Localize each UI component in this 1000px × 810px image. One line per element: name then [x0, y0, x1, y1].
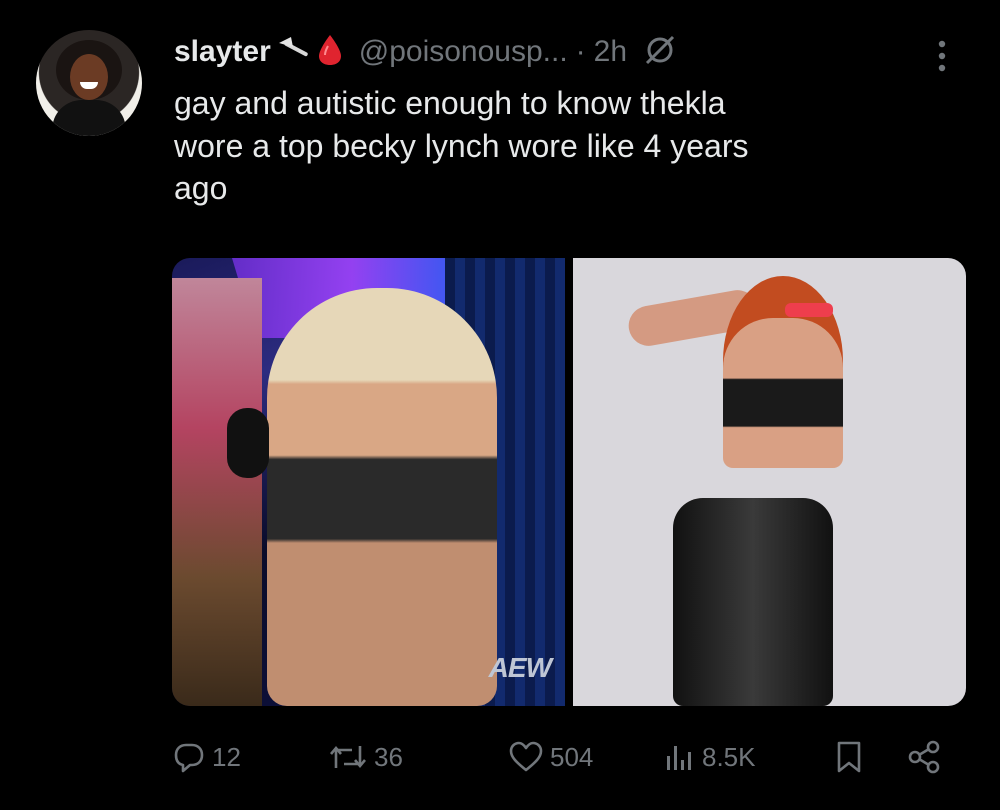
repost-count: 36 [374, 741, 403, 772]
views-button[interactable]: 8.5K [662, 734, 756, 780]
aew-logo: AEW [488, 652, 552, 683]
display-name[interactable]: slayter [174, 35, 271, 69]
separator-dot: · [575, 35, 586, 68]
avatar[interactable] [36, 30, 142, 136]
mute-icon[interactable] [643, 33, 677, 72]
views-icon [662, 740, 696, 774]
media-image-left[interactable]: AEW [172, 258, 565, 706]
action-bar: 12 36 504 8.5K [172, 734, 962, 784]
microphone [227, 408, 269, 478]
blood-drop-icon [317, 33, 343, 72]
repost-icon [328, 740, 368, 774]
more-icon[interactable] [928, 36, 956, 81]
post-text: gay and autistic enough to know thekla w… [174, 85, 749, 207]
bookmark-icon [832, 739, 866, 775]
handle[interactable]: @poisonousp... [359, 35, 568, 69]
reply-icon [172, 740, 206, 774]
repost-button[interactable]: 36 [328, 734, 403, 780]
like-icon [508, 740, 544, 774]
share-button[interactable] [906, 734, 942, 780]
reply-button[interactable]: 12 [172, 734, 241, 780]
post-header: slayter @poisonousp... · 2h [174, 30, 677, 74]
axe-icon [277, 35, 311, 70]
like-button[interactable]: 504 [508, 734, 593, 780]
timestamp[interactable]: 2h [594, 35, 627, 69]
media-image-right[interactable] [573, 258, 966, 706]
views-count: 8.5K [702, 741, 756, 772]
share-icon [906, 739, 942, 775]
reply-count: 12 [212, 741, 241, 772]
post-media[interactable]: AEW [172, 258, 966, 706]
like-count: 504 [550, 741, 594, 772]
bookmark-button[interactable] [832, 734, 866, 780]
